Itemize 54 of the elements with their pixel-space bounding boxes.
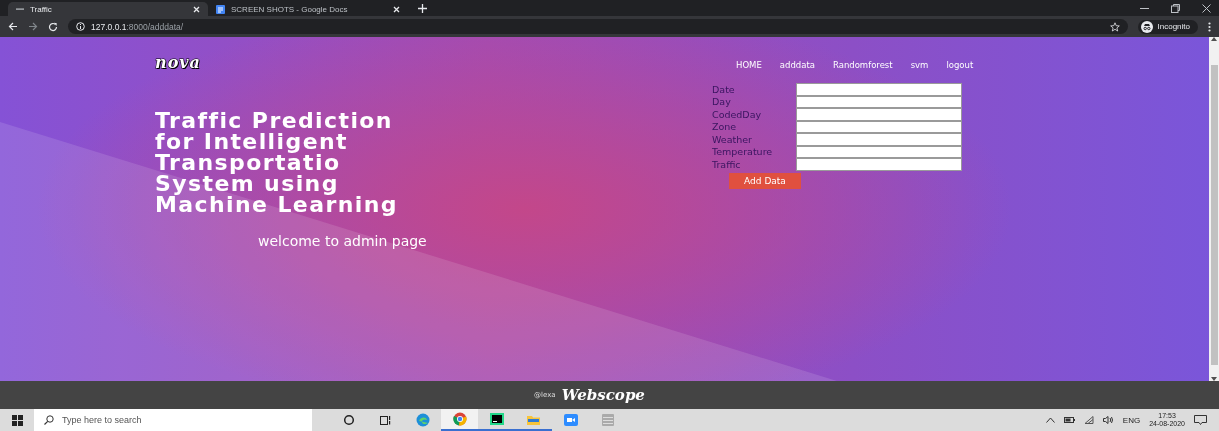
notification-icon[interactable] <box>1194 415 1207 425</box>
video-icon[interactable] <box>563 414 578 426</box>
forward-arrow-icon[interactable] <box>28 22 38 31</box>
field-label: CodedDay <box>712 108 763 120</box>
input-field[interactable] <box>796 83 962 96</box>
incognito-icon <box>1140 20 1153 33</box>
field-label: Date <box>712 83 736 95</box>
field-label: Day <box>712 96 732 108</box>
nav-link[interactable]: HOME <box>736 60 762 70</box>
field-label: Traffic <box>712 158 742 170</box>
nav-link[interactable]: logout <box>946 60 974 70</box>
nav-link[interactable]: svm <box>910 60 929 70</box>
logo[interactable]: nova <box>155 53 201 72</box>
search-field[interactable]: Type here to search <box>34 409 312 431</box>
circle-icon[interactable] <box>342 414 355 426</box>
speaker-icon[interactable] <box>1102 416 1114 424</box>
search-icon <box>44 415 54 425</box>
incognito-button[interactable]: Incognito <box>1137 19 1198 34</box>
field-label: Temperature <box>712 146 774 158</box>
input-field[interactable] <box>796 133 962 146</box>
welcome-text: welcome to admin page <box>258 233 428 249</box>
scrollbar-thumb[interactable] <box>1210 65 1218 365</box>
windows-icon[interactable] <box>11 414 23 426</box>
browser-icon[interactable] <box>415 413 430 427</box>
field-label: Weather <box>712 133 753 145</box>
page-heading: Traffic Prediction for Intelligent Transportatio System using Machine Learning <box>155 110 399 215</box>
back-arrow-icon[interactable] <box>8 22 18 31</box>
input-field[interactable] <box>796 108 962 121</box>
address-bar[interactable]: 127.0.0.1:8000/adddata/ <box>68 19 1128 34</box>
info-icon <box>76 22 85 31</box>
language-indicator[interactable]: ENG <box>1122 415 1141 425</box>
add-data-button[interactable]: Add Data <box>729 172 801 189</box>
document-icon <box>216 4 225 14</box>
folder-icon[interactable] <box>527 413 540 425</box>
chrome-icon[interactable] <box>452 412 467 426</box>
app-icon[interactable] <box>489 413 504 425</box>
nav-link[interactable]: adddata <box>779 60 815 70</box>
battery-icon[interactable] <box>1063 417 1075 423</box>
brand-logo[interactable]: Webscope <box>561 386 645 404</box>
reload-icon[interactable] <box>48 21 58 32</box>
new-tab-icon[interactable] <box>418 4 427 13</box>
close-icon[interactable] <box>1202 3 1211 13</box>
wifi-icon[interactable] <box>1083 416 1094 424</box>
url-text: 127.0.0.1:8000/adddata/ <box>91 21 184 32</box>
browser-tab[interactable]: SCREEN SHOTS - Google Docs <box>208 2 408 16</box>
restore-icon[interactable] <box>1171 3 1180 13</box>
star-icon[interactable] <box>1109 21 1120 32</box>
task-view-icon[interactable] <box>380 414 391 426</box>
nav-link[interactable]: Randomforest <box>832 60 893 70</box>
browser-tab[interactable]: Traffic <box>8 2 208 16</box>
field-label: Zone <box>712 121 738 133</box>
chevron-up-icon[interactable] <box>1045 417 1055 423</box>
input-field[interactable] <box>796 158 962 171</box>
more-icon[interactable] <box>1208 21 1211 32</box>
